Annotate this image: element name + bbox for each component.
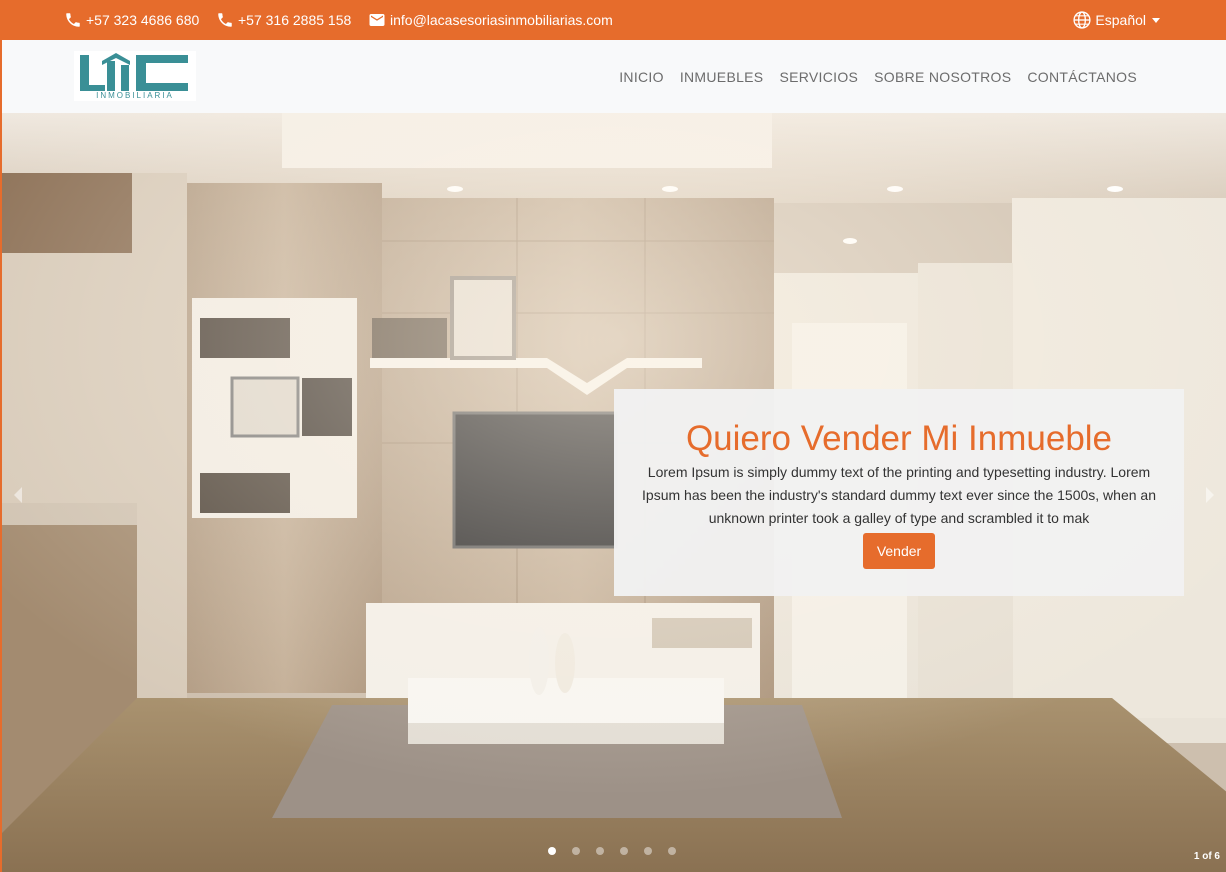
mail-icon: [369, 14, 385, 26]
globe-icon: [1073, 11, 1091, 29]
main-navbar: INMOBILIARIA INICIO INMUEBLES SERVICIOS …: [0, 40, 1226, 113]
carousel-dot-1[interactable]: [548, 847, 556, 855]
carousel-dot-3[interactable]: [596, 847, 604, 855]
language-selector[interactable]: Español: [1072, 0, 1160, 40]
phone-icon: [218, 13, 232, 27]
language-label: Español: [1095, 12, 1146, 28]
nav-item-sobre-nosotros[interactable]: SOBRE NOSOTROS: [866, 69, 1019, 85]
nav-item-contactanos[interactable]: CONTÁCTANOS: [1019, 69, 1145, 85]
carousel-indicators: [548, 847, 676, 855]
hero-title: Quiero Vender Mi Inmueble: [685, 419, 1113, 458]
nav-menu: INICIO INMUEBLES SERVICIOS SOBRE NOSOTRO…: [611, 40, 1145, 113]
phone-icon: [66, 13, 80, 27]
logo[interactable]: INMOBILIARIA: [74, 51, 196, 101]
chevron-left-icon: [14, 487, 22, 503]
nav-item-inmuebles[interactable]: INMUEBLES: [672, 69, 772, 85]
carousel-dot-6[interactable]: [668, 847, 676, 855]
top-bar: +57 323 4686 680 +57 316 2885 158 info@l…: [0, 0, 1226, 40]
sell-button[interactable]: Vender: [862, 533, 936, 569]
hero-caption-card: Quiero Vender Mi Inmueble Lorem Ipsum is…: [614, 389, 1184, 596]
phone-text-1: +57 323 4686 680: [86, 12, 200, 28]
hero-description: Lorem Ipsum is simply dummy text of the …: [642, 464, 1156, 526]
phone-link-1[interactable]: +57 323 4686 680: [64, 0, 199, 40]
phone-text-2: +57 316 2885 158: [238, 12, 352, 28]
chevron-right-icon: [1206, 487, 1214, 503]
carousel-dot-2[interactable]: [572, 847, 580, 855]
chevron-down-icon: [1152, 17, 1160, 23]
phone-link-2[interactable]: +57 316 2885 158: [216, 0, 351, 40]
nav-item-servicios[interactable]: SERVICIOS: [771, 69, 866, 85]
carousel-next-button[interactable]: [1200, 480, 1220, 510]
carousel-dot-4[interactable]: [620, 847, 628, 855]
nav-item-inicio[interactable]: INICIO: [611, 69, 672, 85]
email-text: info@lacasesoriasinmobiliarias.com: [390, 12, 613, 28]
logo-text: INMOBILIARIA: [96, 91, 174, 100]
slide-counter: 1 of 6: [1193, 851, 1220, 862]
carousel-prev-button[interactable]: [8, 480, 28, 510]
carousel-dot-5[interactable]: [644, 847, 652, 855]
email-link[interactable]: info@lacasesoriasinmobiliarias.com: [368, 0, 613, 40]
